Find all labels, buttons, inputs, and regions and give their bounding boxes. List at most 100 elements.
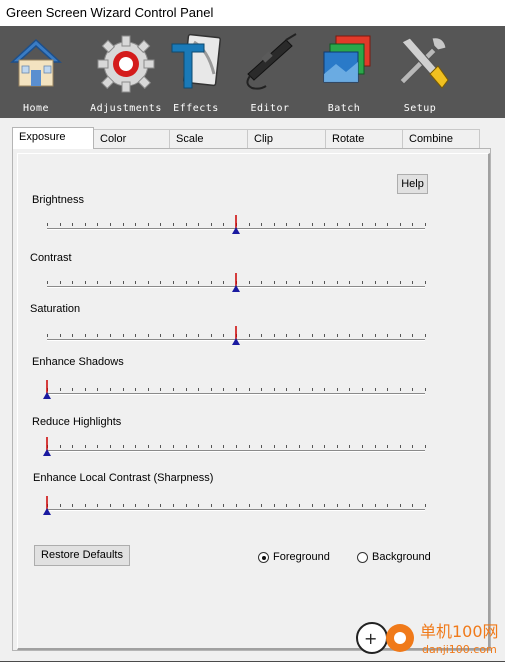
slider-thumb[interactable] (231, 326, 241, 346)
slider-tick (337, 388, 338, 391)
slider-tick (387, 445, 388, 448)
slider-tick (123, 223, 124, 226)
slider-tick (160, 334, 161, 337)
slider-tick (211, 334, 212, 337)
slider-tick (412, 223, 413, 226)
toolbar-batch-button[interactable]: Batch (308, 30, 380, 116)
slider-thumb[interactable] (42, 496, 52, 516)
help-button[interactable]: Help (397, 174, 428, 194)
slider-tick (324, 281, 325, 284)
slider-tick (312, 504, 313, 507)
slider-tick (148, 504, 149, 507)
slider-track[interactable] (47, 504, 426, 513)
slider-tick (349, 223, 350, 226)
slider-tick (160, 445, 161, 448)
slider-thumb[interactable] (42, 380, 52, 400)
slider-tick (400, 334, 401, 337)
slider-tick (387, 504, 388, 507)
slider-tick (412, 504, 413, 507)
slider-tick (400, 388, 401, 391)
slider-tick (72, 334, 73, 337)
slider-label: Enhance Shadows (32, 356, 124, 368)
slider-tick (324, 334, 325, 337)
slider-tick (236, 445, 237, 448)
restore-defaults-button[interactable]: Restore Defaults (34, 545, 130, 566)
tab-rotate[interactable]: Rotate (325, 129, 404, 148)
watermark: + 单机100网 danji100.com (350, 612, 500, 657)
slider-tick (375, 334, 376, 337)
slider-tick (186, 334, 187, 337)
slider-tick (47, 334, 48, 337)
tab-exposure[interactable]: Exposure (12, 127, 94, 149)
slider-tick (412, 445, 413, 448)
toolbar-setup-label: Setup (403, 103, 437, 114)
tab-scale[interactable]: Scale (169, 129, 249, 148)
slider-rail (47, 393, 425, 395)
background-radio-label: Background (372, 551, 431, 563)
background-radio-circle[interactable] (357, 552, 368, 563)
slider-tick (173, 223, 174, 226)
slider-tick (312, 334, 313, 337)
slider-tick (375, 445, 376, 448)
toolbar-editor-button[interactable]: Editor (234, 30, 306, 116)
gear-icon (97, 35, 155, 93)
svg-text:+: + (364, 629, 377, 648)
tab-clip[interactable]: Clip (247, 129, 327, 148)
slider-tick (198, 388, 199, 391)
title-bar[interactable]: Green Screen Wizard Control Panel (0, 0, 505, 26)
slider-tick (223, 445, 224, 448)
slider-tick (173, 334, 174, 337)
slider-tick (312, 445, 313, 448)
slider-thumb[interactable] (231, 273, 241, 293)
slider-tick (135, 334, 136, 337)
foreground-radio-circle[interactable] (258, 552, 269, 563)
toolbar-setup-button[interactable]: Setup (384, 30, 456, 116)
slider-tick (286, 223, 287, 226)
slider-track[interactable] (47, 388, 426, 397)
slider-tick (349, 388, 350, 391)
slider-tick (337, 445, 338, 448)
slider-tick (425, 445, 426, 448)
slider-tick (110, 504, 111, 507)
slider-tick (72, 445, 73, 448)
slider-tick (223, 388, 224, 391)
slider-tick (425, 504, 426, 507)
toolbar-editor-label: Editor (250, 103, 290, 114)
slider-thumb[interactable] (231, 215, 241, 235)
slider-tick (47, 281, 48, 284)
slider-rail (47, 509, 425, 511)
slider-tick (324, 504, 325, 507)
slider-tick (261, 445, 262, 448)
slider-tick (261, 223, 262, 226)
slider-track[interactable] (47, 445, 426, 454)
tab-clip-label: Clip (254, 133, 273, 145)
slider-tick (375, 504, 376, 507)
slider-thumb[interactable] (42, 437, 52, 457)
slider-tick (400, 281, 401, 284)
toolbar-adjustments-button[interactable]: Adjustments (90, 30, 162, 116)
tab-color[interactable]: Color (93, 129, 171, 148)
toolbar-home-button[interactable]: Home (0, 30, 72, 116)
slider-tick (148, 388, 149, 391)
slider-tick (400, 445, 401, 448)
slider-tick (236, 388, 237, 391)
slider-tick (135, 281, 136, 284)
slider-tick (97, 445, 98, 448)
tab-combine[interactable]: Combine (402, 129, 480, 148)
slider-tick (85, 445, 86, 448)
slider-tick (412, 388, 413, 391)
slider-tick (337, 281, 338, 284)
slider-tick (400, 223, 401, 226)
slider-tick (375, 388, 376, 391)
slider-tick (186, 388, 187, 391)
tools-icon (399, 37, 449, 89)
toolbar-effects-button[interactable]: Effects (160, 30, 232, 116)
slider-tick (312, 388, 313, 391)
slider-label: Saturation (30, 303, 81, 315)
slider-tick (362, 281, 363, 284)
slider-ticks (47, 387, 426, 391)
slider-tick (312, 281, 313, 284)
slider-tick (123, 504, 124, 507)
airbrush-icon (246, 33, 297, 90)
slider-tick (148, 223, 149, 226)
